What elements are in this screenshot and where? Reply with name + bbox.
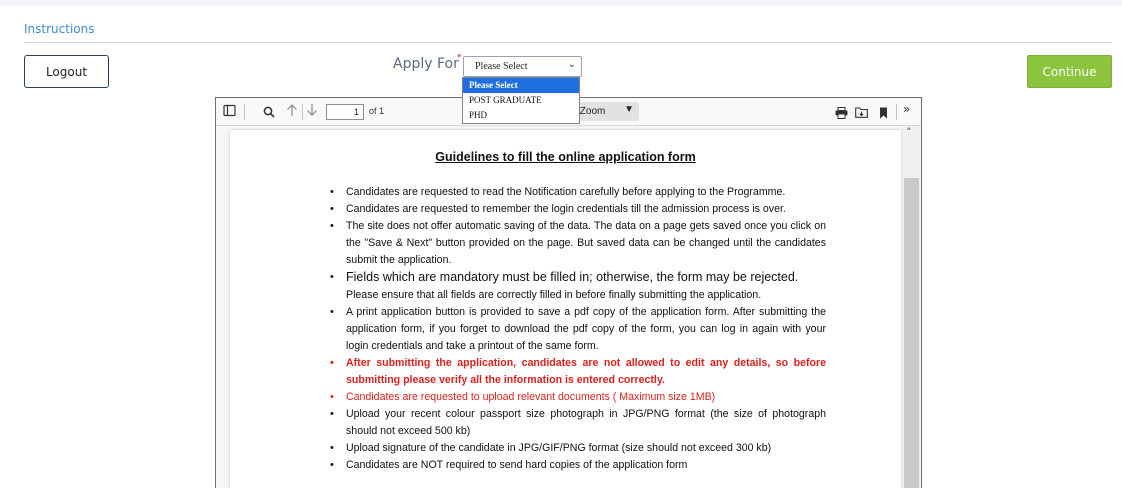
- list-item: The site does not offer automatic saving…: [330, 218, 826, 269]
- tools-expand-icon[interactable]: »: [903, 102, 910, 116]
- tab-instructions[interactable]: Instructions: [24, 22, 94, 36]
- bookmark-icon[interactable]: [879, 104, 888, 123]
- option-please-select[interactable]: Please Select: [463, 78, 579, 93]
- list-item: Upload your recent colour passport size …: [330, 406, 826, 440]
- apply-for-selected-value: Please Select: [475, 61, 528, 72]
- apply-for-select[interactable]: Please Select ⌄: [463, 56, 582, 77]
- print-icon[interactable]: [835, 104, 848, 123]
- list-item-subtext: Please ensure that all fields are correc…: [346, 289, 762, 301]
- option-phd[interactable]: PHD: [463, 108, 579, 123]
- scrollbar-thumb[interactable]: [904, 178, 919, 488]
- chevron-down-icon: ⌄: [567, 59, 576, 70]
- previous-page-icon[interactable]: [286, 102, 298, 121]
- document-title: Guidelines to fill the online applicatio…: [435, 150, 696, 164]
- list-item: Fields which are mandatory must be fille…: [330, 269, 826, 304]
- page-count: of 1: [369, 106, 385, 116]
- pdf-viewer: 1 of 1 c Zoom ▼ » Guidelines to fill the…: [215, 97, 922, 488]
- list-item-warning: After submitting the application, candid…: [330, 355, 826, 389]
- toolbar-separator: [244, 104, 245, 120]
- list-item: Candidates are requested to remember the…: [330, 201, 826, 218]
- list-item-warning: Candidates are requested to upload relev…: [330, 389, 826, 406]
- toolbar-separator: [302, 104, 303, 120]
- apply-for-label: Apply For: [393, 56, 459, 72]
- next-page-icon[interactable]: [306, 102, 318, 121]
- continue-button[interactable]: Continue: [1027, 55, 1112, 88]
- search-icon[interactable]: [263, 103, 275, 122]
- list-item: Upload signature of the candidate in JPG…: [330, 440, 826, 457]
- list-item: Candidates are NOT required to send hard…: [330, 457, 826, 474]
- top-strip: [0, 0, 1122, 6]
- list-item: Candidates are requested to read the Not…: [330, 184, 826, 201]
- page-number-input[interactable]: 1: [326, 104, 364, 120]
- pdf-page: Guidelines to fill the online applicatio…: [230, 130, 901, 488]
- chevron-down-icon: ▼: [624, 104, 634, 115]
- toolbar-separator: [896, 104, 897, 120]
- tab-divider: [24, 42, 1112, 43]
- list-item-text: Fields which are mandatory must be fille…: [346, 270, 799, 284]
- logout-button[interactable]: Logout: [24, 55, 109, 88]
- apply-for-dropdown-list: Please Select POST GRADUATE PHD: [462, 77, 580, 124]
- option-post-graduate[interactable]: POST GRADUATE: [463, 93, 579, 108]
- required-marker: *: [457, 52, 462, 64]
- scroll-up-icon[interactable]: ˄: [906, 126, 912, 139]
- zoom-select[interactable]: c Zoom ▼: [572, 102, 639, 121]
- save-icon[interactable]: [855, 103, 868, 122]
- pdf-document-area: Guidelines to fill the online applicatio…: [216, 126, 921, 488]
- sidebar-toggle-icon[interactable]: [223, 102, 236, 121]
- list-item: A print application button is provided t…: [330, 304, 826, 355]
- guidelines-list: Candidates are requested to read the Not…: [330, 184, 826, 474]
